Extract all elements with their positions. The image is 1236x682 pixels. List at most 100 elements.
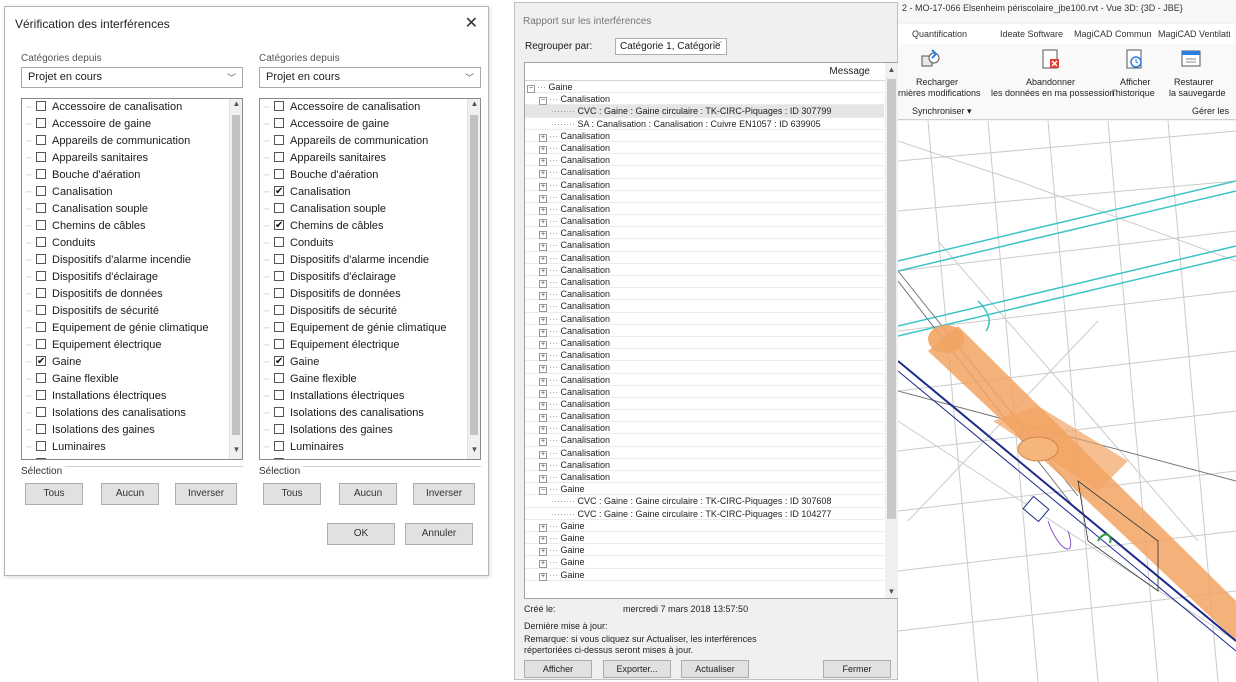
category-checkbox[interactable] — [274, 237, 284, 247]
right-category-item[interactable]: ┈ Dispositifs de sécurité — [260, 303, 466, 320]
right-category-item[interactable]: ┈ Equipement électrique — [260, 337, 466, 354]
category-checkbox[interactable] — [36, 135, 46, 145]
right-category-item[interactable]: ┈ Equipement de génie climatique — [260, 320, 466, 337]
category-checkbox[interactable] — [274, 407, 284, 417]
clash-tree[interactable]: Message − ··· Gaine − ··· Canalisation ·····… — [524, 62, 899, 599]
left-category-item[interactable]: ┈ Canalisation souple — [22, 201, 228, 218]
category-checkbox[interactable] — [274, 152, 284, 162]
left-category-item[interactable]: ┈ Raccords de canalisation — [22, 456, 228, 459]
close-icon[interactable]: ✕ — [465, 13, 478, 33]
collapse-icon[interactable]: − — [539, 487, 547, 496]
right-category-item[interactable]: ┈ Installations électriques — [260, 388, 466, 405]
left-category-item[interactable]: ┈ Installations électriques — [22, 388, 228, 405]
category-checkbox[interactable] — [36, 305, 46, 315]
category-checkbox[interactable] — [36, 373, 46, 383]
expand-icon[interactable]: + — [539, 450, 547, 459]
right-category-item[interactable]: ┈ Conduits — [260, 235, 466, 252]
expand-icon[interactable]: + — [539, 231, 547, 240]
expand-icon[interactable]: + — [539, 548, 547, 557]
show-button[interactable]: Afficher — [524, 660, 592, 678]
expand-icon[interactable]: + — [539, 133, 547, 142]
right-category-item[interactable]: ┈ Appareils de communication — [260, 133, 466, 150]
tree-row[interactable]: + ··· Canalisation — [525, 191, 884, 203]
tree-row[interactable]: + ··· Canalisation — [525, 398, 884, 411]
expand-icon[interactable]: + — [539, 219, 547, 228]
category-checkbox[interactable] — [36, 220, 46, 230]
left-category-item[interactable]: ┈ Bouche d'aération — [22, 167, 228, 184]
category-checkbox[interactable] — [274, 169, 284, 179]
reload-icon[interactable] — [920, 48, 942, 70]
collapse-icon[interactable]: − — [527, 85, 535, 93]
synchronize-menu[interactable]: Synchroniser ▾ — [912, 106, 972, 117]
category-checkbox[interactable] — [274, 203, 284, 213]
tree-row[interactable]: + ··· Canalisation — [525, 142, 884, 155]
category-checkbox[interactable] — [274, 118, 284, 128]
expand-icon[interactable]: + — [539, 267, 547, 276]
left-category-item[interactable]: ┈ Equipement de génie climatique — [22, 320, 228, 337]
tree-row[interactable]: + ··· Gaine — [525, 532, 884, 545]
expand-icon[interactable]: + — [539, 438, 547, 447]
category-checkbox[interactable] — [274, 254, 284, 264]
category-checkbox[interactable] — [36, 288, 46, 298]
category-checkbox[interactable] — [36, 203, 46, 213]
tree-row[interactable]: + ··· Gaine — [525, 569, 884, 581]
expand-icon[interactable]: + — [539, 158, 547, 167]
tree-row[interactable]: + ··· Canalisation — [525, 166, 884, 179]
category-checkbox[interactable] — [36, 237, 46, 247]
tree-row[interactable]: + ··· Canalisation — [525, 203, 884, 216]
group-by-select[interactable]: Catégorie 1, Catégorie ﹀ — [615, 38, 727, 55]
expand-icon[interactable]: + — [539, 328, 547, 337]
category-checkbox[interactable] — [274, 353, 284, 370]
right-invert-button[interactable]: Inverser — [413, 483, 475, 505]
right-category-item[interactable]: ┈ Raccords de canalisation — [260, 456, 466, 459]
category-checkbox[interactable] — [36, 390, 46, 400]
category-checkbox[interactable] — [36, 407, 46, 417]
scroll-down-icon[interactable]: ▼ — [230, 445, 242, 459]
category-checkbox[interactable] — [274, 339, 284, 349]
left-category-item[interactable]: ┈ Dispositifs d'éclairage — [22, 269, 228, 286]
restore-backup-icon[interactable] — [1180, 48, 1202, 70]
tree-row[interactable]: + ··· Canalisation — [525, 276, 884, 289]
left-category-item[interactable]: ┈ Isolations des canalisations — [22, 405, 228, 422]
expand-icon[interactable]: + — [539, 426, 547, 435]
expand-icon[interactable]: + — [539, 170, 547, 179]
category-checkbox[interactable] — [274, 458, 284, 459]
right-category-item[interactable]: ┈ Gaine flexible — [260, 371, 466, 388]
export-button[interactable]: Exporter... — [603, 660, 671, 678]
category-checkbox[interactable] — [36, 254, 46, 264]
left-category-item[interactable]: ┈ Equipement électrique — [22, 337, 228, 354]
right-category-item[interactable]: ┈ Canalisation souple — [260, 201, 466, 218]
right-category-item[interactable]: ┈ Isolations des canalisations — [260, 405, 466, 422]
tree-row[interactable]: + ··· Canalisation — [525, 349, 884, 362]
expand-icon[interactable]: + — [539, 145, 547, 154]
left-category-item[interactable]: ┈ Gaine flexible — [22, 371, 228, 388]
expand-icon[interactable]: + — [539, 523, 547, 532]
left-category-item[interactable]: ┈ Conduits — [22, 235, 228, 252]
expand-icon[interactable]: + — [539, 377, 547, 386]
tree-row[interactable]: + ··· Canalisation — [525, 471, 884, 484]
tree-row[interactable]: + ··· Canalisation — [525, 422, 884, 435]
tree-row[interactable]: + ··· Canalisation — [525, 434, 884, 447]
tree-row[interactable]: − ··· Gaine — [525, 81, 884, 94]
right-category-item[interactable]: ┈ Luminaires — [260, 439, 466, 456]
category-checkbox[interactable] — [36, 152, 46, 162]
category-checkbox[interactable] — [36, 186, 46, 196]
right-category-item[interactable]: ┈ Gaine — [260, 353, 466, 371]
tree-row[interactable]: + ··· Canalisation — [525, 386, 884, 398]
scroll-thumb[interactable] — [470, 115, 478, 435]
category-checkbox[interactable] — [274, 305, 284, 315]
tree-row[interactable]: + ··· Canalisation — [525, 252, 884, 264]
category-checkbox[interactable] — [36, 458, 46, 459]
tree-row[interactable]: + ··· Canalisation — [525, 264, 884, 276]
scroll-up-icon[interactable]: ▲ — [468, 99, 480, 113]
right-category-item[interactable]: ┈ Bouche d'aération — [260, 167, 466, 184]
tab-magicad-commun[interactable]: MagiCAD Commun — [1074, 29, 1152, 39]
right-category-item[interactable]: ┈ Accessoire de canalisation — [260, 99, 466, 116]
category-checkbox[interactable] — [36, 118, 46, 128]
tree-row[interactable]: + ··· Canalisation — [525, 447, 884, 459]
tree-row[interactable]: + ··· Canalisation — [525, 313, 884, 325]
scroll-thumb[interactable] — [232, 115, 240, 435]
left-category-item[interactable]: ┈ Luminaires — [22, 439, 228, 456]
left-source-select[interactable]: Projet en cours ﹀ — [21, 67, 243, 88]
tree-row[interactable]: + ··· Canalisation — [525, 361, 884, 374]
